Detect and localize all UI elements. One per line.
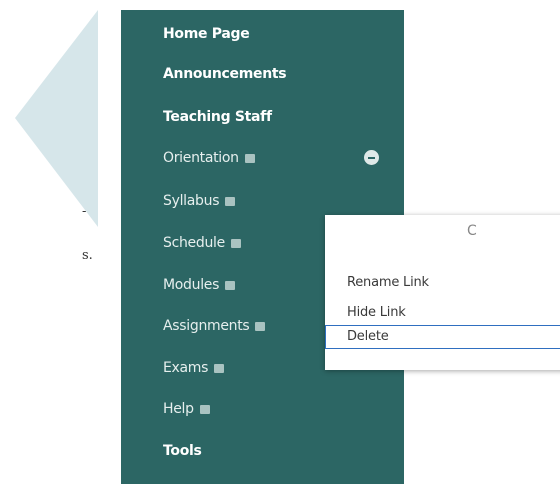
sidebar-item-label: Teaching Staff [163,109,272,125]
sidebar-item-syllabus[interactable]: Syllabus [163,190,236,212]
cut-off-text-fragment: - [82,204,87,219]
sidebar-item-label: Modules [163,277,220,293]
item-options-button[interactable] [364,150,379,165]
sidebar-item-label: Orientation [163,150,239,166]
sidebar-item-orientation[interactable]: Orientation [163,147,255,169]
hidden-from-students-icon [230,238,241,248]
sidebar-item-help[interactable]: Help [163,398,210,420]
hidden-from-students-icon [255,321,266,331]
callout-arrow [15,10,98,227]
sidebar-item-label: Home Page [163,26,250,42]
sidebar-item-schedule[interactable]: Schedule [163,232,241,254]
sidebar-item-teaching-staff[interactable]: Teaching Staff [163,106,272,128]
hidden-from-students-icon [199,404,210,414]
sidebar-item-label: Tools [163,443,202,459]
sidebar-item-label: Schedule [163,235,225,251]
rename-link-menu-item[interactable]: Rename Link [325,271,560,295]
sidebar-item-tools[interactable]: Tools [163,440,202,462]
minus-icon [368,156,375,159]
hidden-from-students-icon [225,196,236,206]
delete-menu-item[interactable]: Delete [325,325,560,349]
sidebar-item-exams[interactable]: Exams [163,357,225,379]
hidden-from-students-icon [244,153,255,163]
sidebar-item-label: Syllabus [163,193,220,209]
hide-link-menu-item[interactable]: Hide Link [325,301,560,325]
sidebar-item-home-page[interactable]: Home Page [163,23,250,45]
link-context-menu: C Rename Link Hide Link Delete [325,215,560,370]
sidebar-item-modules[interactable]: Modules [163,274,236,296]
sidebar-item-assignments[interactable]: Assignments [163,315,266,337]
sidebar-item-label: Announcements [163,66,287,82]
hidden-from-students-icon [225,280,236,290]
sidebar-item-announcements[interactable]: Announcements [163,63,287,85]
sidebar-item-label: Assignments [163,318,250,334]
close-menu-button[interactable]: C [467,223,477,239]
cut-off-text-fragment: s. [82,248,93,263]
hidden-from-students-icon [214,363,225,373]
sidebar-item-label: Help [163,401,194,417]
sidebar-item-label: Exams [163,360,209,376]
